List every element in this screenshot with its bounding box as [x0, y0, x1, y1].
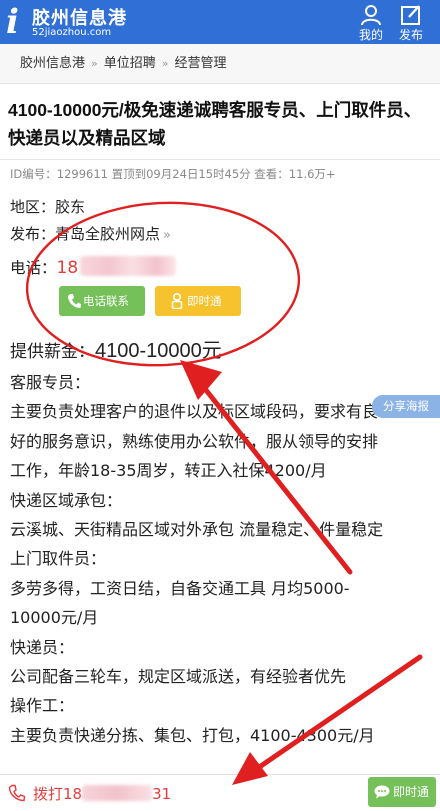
- salary-value: 4100-10000元: [95, 340, 222, 362]
- phone-label: 电话：: [10, 259, 57, 277]
- dial-number-redacted: [82, 785, 153, 801]
- post-title: 4100-10000元/极免速递诚聘客服专员、上门取件员、快递员以及精品区域: [8, 100, 422, 148]
- mine-button[interactable]: 我的: [353, 3, 389, 43]
- body-line: 上门取件员：: [10, 549, 107, 569]
- post-body: 客服专员： 主要负责处理客户的退件以及标区域段码，要求有良 好的服务意识，熟练使…: [10, 368, 436, 750]
- breadcrumb-home[interactable]: 胶州信息港: [20, 56, 85, 71]
- publisher-label: 发布：: [10, 225, 56, 243]
- body-line: 工作，年龄18-35周岁，转正入社保4200/月: [10, 461, 327, 481]
- breadcrumb-subcategory[interactable]: 经营管理: [175, 56, 227, 71]
- area-label: 地区：: [10, 198, 56, 216]
- breadcrumb-separator: »: [161, 57, 169, 70]
- logo-mark: i: [6, 2, 19, 42]
- post-label: 发布: [398, 28, 423, 42]
- salary-row: 提供薪金：4100-10000元: [10, 334, 222, 363]
- user-icon: [361, 5, 381, 26]
- area-value: 胶东: [55, 198, 86, 216]
- post-button[interactable]: 发布: [393, 3, 429, 43]
- body-line: 快递区域承包：: [10, 490, 123, 510]
- divider: [0, 159, 440, 160]
- bottom-chat-label: 即时通: [393, 785, 430, 799]
- call-button-label: 电话联系: [83, 294, 129, 308]
- breadcrumb-category[interactable]: 单位招聘: [104, 56, 156, 71]
- body-line: 云溪城、天街精品区域对外承包 流量稳定、件量稳定: [10, 520, 384, 540]
- body-line: 客服专员：: [10, 373, 91, 392]
- bottom-chat-button[interactable]: 即时通: [368, 777, 436, 807]
- share-poster-button[interactable]: 分享海报: [372, 395, 440, 418]
- publisher-value[interactable]: 青岛全胶州网点: [55, 225, 160, 243]
- call-button[interactable]: 电话联系: [59, 286, 145, 316]
- phone-number-redacted: [80, 256, 177, 276]
- body-line: 10000元/月: [10, 608, 99, 628]
- phone-row: 电话：18: [10, 256, 177, 278]
- chat-button[interactable]: 即时通: [155, 286, 241, 316]
- area-row: 地区：胶东: [10, 196, 85, 217]
- dial-prefix: 拨打18: [33, 785, 83, 803]
- chat-button-label: 即时通: [187, 294, 222, 308]
- breadcrumb: 胶州信息港 » 单位招聘 » 经营管理: [0, 44, 440, 84]
- site-logo[interactable]: i 胶州信息港 52jiaozhou.com: [6, 2, 146, 42]
- post-meta: ID编号：1299611 置顶到09月24日15时45分 查看：11.6万+: [10, 167, 336, 181]
- mine-label: 我的: [358, 28, 383, 42]
- dial-link[interactable]: 拨打18 31: [33, 783, 171, 804]
- body-line: 多劳多得，工资日结，自备交通工具 月均5000-: [10, 578, 350, 598]
- body-line: 好的服务意识，熟练使用办公软件，服从领导的安排: [10, 431, 379, 451]
- body-line: 主要负责快递分拣、集包、打包，4100-4300元/月: [10, 725, 375, 745]
- person-icon: [171, 293, 183, 309]
- chat-bubble-icon: [374, 785, 390, 799]
- edit-icon: [401, 5, 420, 25]
- breadcrumb-separator: »: [91, 57, 98, 70]
- dial-suffix: 31: [152, 785, 172, 803]
- body-line: 快递员：: [10, 637, 75, 657]
- body-line: 公司配备三轮车，规定区域派送，有经验者优先: [10, 667, 347, 687]
- phone-number[interactable]: 18: [57, 258, 79, 278]
- body-line: 操作工：: [10, 696, 75, 716]
- publisher-row[interactable]: 发布：青岛全胶州网点»: [10, 223, 171, 244]
- phone-icon: [68, 294, 81, 308]
- logo-url: 52jiaozhou.com: [32, 27, 112, 38]
- salary-label: 提供薪金：: [10, 342, 95, 362]
- chevron-right-icon: »: [163, 228, 171, 243]
- phone-icon: [8, 784, 26, 802]
- top-bar: i 胶州信息港 52jiaozhou.com 我的 发布: [0, 0, 440, 44]
